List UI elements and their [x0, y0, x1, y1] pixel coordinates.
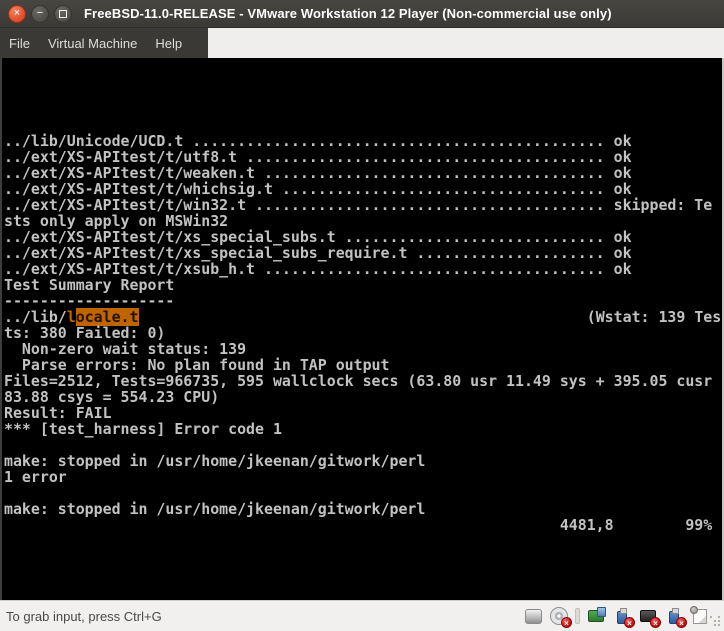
terminal-line: ../ext/XS-APItest/t/win32.t ............… — [4, 197, 722, 213]
disconnected-badge-icon: × — [650, 617, 661, 628]
title-bar: × − FreeBSD-11.0-RELEASE - VMware Workst… — [0, 0, 724, 28]
terminal-line: ts: 380 Failed: 0) — [4, 325, 722, 341]
console-text: ../lib/Unicode/UCD.t ...................… — [2, 58, 722, 533]
vm-console-screen[interactable]: ../lib/Unicode/UCD.t ...................… — [0, 58, 724, 600]
terminal-line: Non-zero wait status: 139 — [4, 341, 722, 357]
disconnected-badge-icon: × — [561, 617, 572, 628]
terminal-line: make: stopped in /usr/home/jkeenan/gitwo… — [4, 501, 722, 517]
usb-device-1[interactable]: × — [612, 606, 632, 626]
terminal-line: sts only apply on MSWin32 — [4, 213, 722, 229]
terminal-line: 4481,8 99% — [4, 517, 722, 533]
menu-bar: File Virtual Machine Help — [0, 28, 724, 58]
terminal-line: ../ext/XS-APItest/t/xsub_h.t ...........… — [4, 261, 722, 277]
terminal-line: ../ext/XS-APItest/t/xs_special_subs.t ..… — [4, 229, 722, 245]
terminal-line — [4, 437, 722, 453]
maximize-icon — [59, 10, 67, 18]
terminal-line: ../ext/XS-APItest/t/weaken.t ...........… — [4, 165, 722, 181]
terminal-line: *** [test_harness] Error code 1 — [4, 421, 722, 437]
terminal-line: ../ext/XS-APItest/t/whichsig.t .........… — [4, 181, 722, 197]
terminal-line: 1 error — [4, 469, 722, 485]
menu-group: File Virtual Machine Help — [0, 28, 208, 58]
vmware-player-window: × − FreeBSD-11.0-RELEASE - VMware Workst… — [0, 0, 724, 631]
terminal-line: ../lib/locale.t (Wstat: 139 Tes — [4, 309, 722, 325]
hard-disk-device[interactable] — [523, 606, 543, 626]
terminal-line: Files=2512, Tests=966735, 595 wallclock … — [4, 373, 722, 389]
terminal-line: Test Summary Report — [4, 277, 722, 293]
network-device[interactable] — [586, 606, 606, 626]
window-controls: × − — [0, 5, 72, 23]
network-adapter-icon — [588, 610, 604, 622]
message-log-icon — [693, 609, 707, 624]
message-log-device[interactable] — [690, 606, 710, 626]
terminal-line: make: stopped in /usr/home/jkeenan/gitwo… — [4, 453, 722, 469]
grab-input-hint: To grab input, press Ctrl+G — [0, 609, 162, 624]
status-bar: To grab input, press Ctrl+G × × × × — [0, 600, 724, 631]
close-button[interactable]: × — [8, 5, 26, 23]
resize-grip[interactable] — [710, 616, 722, 628]
display-device[interactable]: × — [638, 606, 658, 626]
menu-help[interactable]: Help — [146, 28, 191, 58]
menu-file[interactable]: File — [0, 28, 39, 58]
terminal-line — [4, 485, 722, 501]
maximize-button[interactable] — [54, 5, 72, 23]
usb-device-2[interactable]: × — [664, 606, 684, 626]
terminal-line: ../ext/XS-APItest/t/xs_special_subs_requ… — [4, 245, 722, 261]
hard-disk-icon — [525, 609, 542, 624]
cd-dvd-device[interactable]: × — [549, 606, 569, 626]
terminal-line: ../lib/Unicode/UCD.t ...................… — [4, 133, 722, 149]
menu-virtual-machine[interactable]: Virtual Machine — [39, 28, 146, 58]
terminal-line: Result: FAIL — [4, 405, 722, 421]
disconnected-badge-icon: × — [624, 617, 635, 628]
terminal-line: 83.88 csys = 554.23 CPU) — [4, 389, 722, 405]
device-tray: × × × × — [523, 606, 724, 626]
window-title: FreeBSD-11.0-RELEASE - VMware Workstatio… — [84, 6, 612, 21]
disconnected-badge-icon: × — [676, 617, 687, 628]
tray-separator — [575, 608, 580, 624]
terminal-line: ../ext/XS-APItest/t/utf8.t .............… — [4, 149, 722, 165]
minimize-button[interactable]: − — [31, 5, 49, 23]
terminal-line: ------------------- — [4, 293, 722, 309]
terminal-line: Parse errors: No plan found in TAP outpu… — [4, 357, 722, 373]
